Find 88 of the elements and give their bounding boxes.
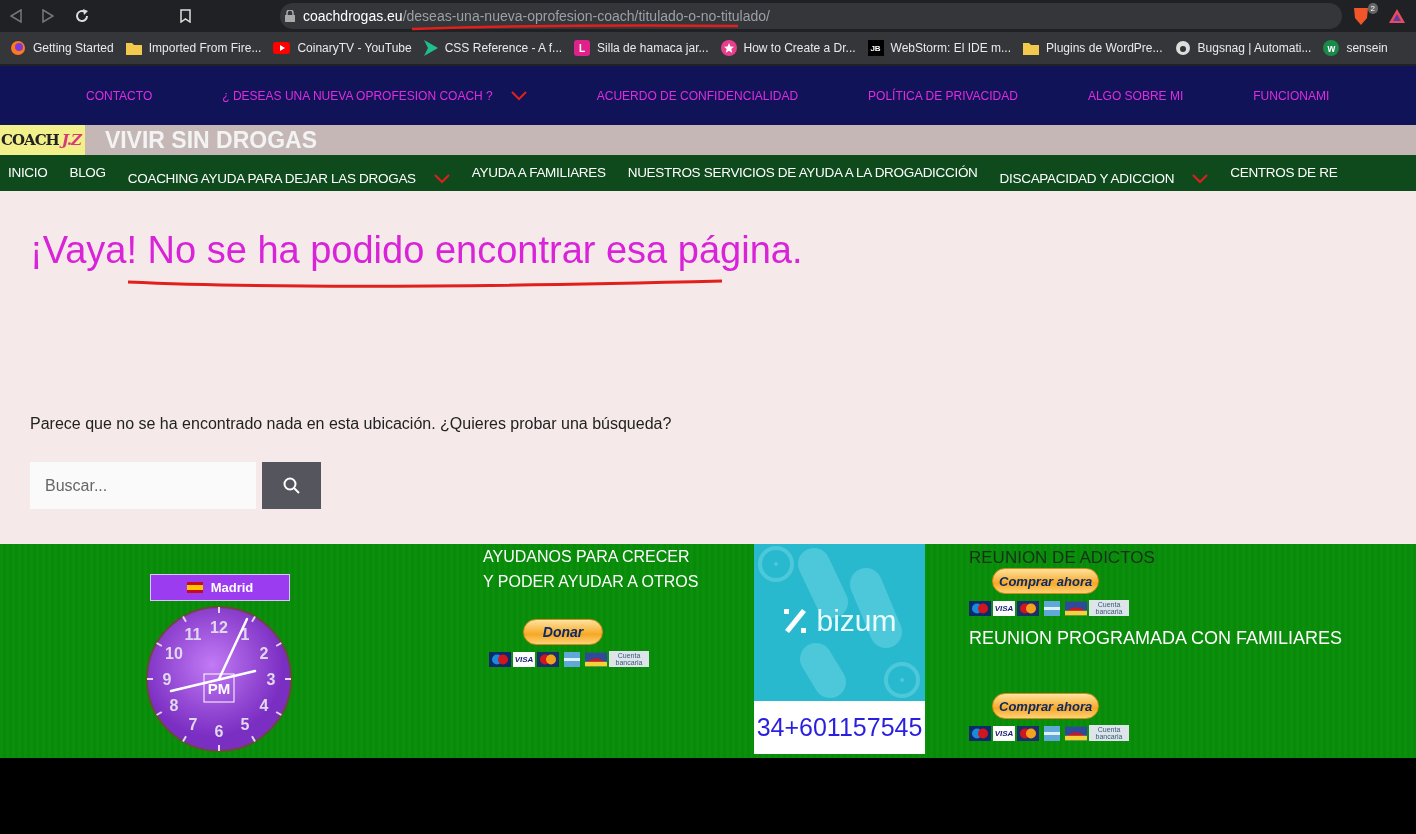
phone-number: 34+601157545 (754, 701, 925, 754)
nav-link[interactable]: CENTROS DE RE (1230, 155, 1338, 180)
payment-card-icon (1017, 600, 1039, 616)
search-icon (282, 476, 301, 495)
play-icon (273, 42, 291, 54)
payment-card-icon (1041, 600, 1063, 616)
clock-number: 11 (184, 626, 202, 643)
globe-icon (10, 40, 26, 56)
reload-icon[interactable] (74, 8, 90, 24)
purchase-title: REUNION PROGRAMADA CON FAMILIARES (969, 628, 1343, 649)
payment-card-icon (1065, 725, 1087, 741)
payment-card: VISA (513, 651, 535, 667)
nav-link[interactable]: AYUDA A FAMILIARES (471, 155, 606, 180)
purchase-title: REUNION DE ADICTOS (969, 548, 1156, 568)
paypal-button[interactable]: Donar (523, 619, 603, 645)
nav-link[interactable]: DISCAPACIDAD Y ADICCION (999, 155, 1209, 186)
clock-number: 3 (266, 671, 276, 688)
nav-link[interactable]: COACHING AYUDA PARA DEJAR LAS DROGAS (127, 155, 450, 186)
site-title: VIVIR SIN DROGAS (104, 126, 318, 154)
letter-icon: JB (867, 40, 884, 56)
paypal-button[interactable]: Comprar ahora (992, 568, 1100, 594)
nav-link[interactable]: ACUERDO DE CONFIDENCIALIDAD (596, 88, 799, 103)
url-text: coachdrogas.eu/deseas-una-nueva-oprofesion-coach/titulado-o-no-titulado/ (303, 8, 770, 24)
clock-number: 5 (240, 716, 250, 733)
city-name: Madrid (210, 580, 254, 595)
nav-link[interactable]: BLOG (69, 155, 106, 180)
star-icon (720, 40, 737, 56)
clock-number: 4 (259, 697, 269, 714)
clock-number: 12 (210, 619, 228, 636)
page-heading: ¡Vaya! No se ha podido encontrar esa página. (30, 228, 804, 272)
bookmark-link[interactable]: WebStorm: El IDE m... (890, 41, 1011, 55)
bookmark-link[interactable]: CoinaryTV - YouTube (297, 41, 412, 55)
bookmark-link[interactable]: How to Create a Dr... (743, 41, 856, 55)
payment-card-icon (969, 600, 991, 616)
letter-icon: L (574, 40, 591, 56)
clock-number: 2 (259, 645, 269, 662)
donate-text: Y PODER AYUDAR A OTROS (483, 573, 700, 591)
payment-card-icon (1017, 725, 1039, 741)
nav-link[interactable]: NUESTROS SERVICIOS DE AYUDA A LA DROGADICCIÓN (627, 155, 978, 180)
payment-card-icon (1065, 600, 1087, 616)
brand-name: bizum (816, 603, 897, 638)
clock-number: 7 (188, 716, 198, 733)
paypal-button[interactable]: Comprar ahora (992, 693, 1100, 719)
folder-icon (1023, 41, 1039, 55)
not-found-message: Parece que no se ha encontrado nada en esta ubicación. ¿Quieres probar una búsqueda? (30, 415, 672, 433)
bookmark-link[interactable]: CSS Reference - A f... (444, 41, 563, 55)
meridiem-frame (203, 673, 235, 703)
bookmark-link[interactable]: Imported From Fire... (148, 41, 262, 55)
arrow-icon (423, 40, 438, 56)
flag-icon (186, 582, 203, 593)
search-button[interactable] (262, 462, 321, 509)
bookmark-link[interactable]: Bugsnag | Automati... (1197, 41, 1312, 55)
payment-card-icon (561, 651, 583, 667)
payment-card-icon (969, 725, 991, 741)
meridiem-label: PM (207, 680, 231, 697)
nav-link[interactable]: INICIO (8, 155, 48, 180)
clock-number: 6 (214, 723, 224, 740)
clock-number: 9 (162, 671, 172, 688)
lock-icon (285, 10, 295, 22)
bookmark-link[interactable]: Plugins de WordPre... (1046, 41, 1163, 55)
clock-number: 10 (165, 645, 183, 662)
forward-icon[interactable] (42, 9, 54, 23)
clock-number: 1 (240, 626, 250, 643)
payment-card-icon (537, 651, 559, 667)
percent-mark-icon (782, 606, 809, 635)
payment-card: VISA (993, 600, 1015, 616)
clock-number: 8 (169, 697, 179, 714)
bookmark-icon[interactable] (180, 9, 191, 23)
search-field[interactable]: Buscar... (30, 462, 256, 509)
nav-link[interactable]: ALGO SOBRE MI (1087, 88, 1184, 103)
bookmark-link[interactable]: sensein (1346, 41, 1388, 55)
payment-card-icon (489, 651, 511, 667)
payment-card-icon (585, 651, 607, 667)
payment-card-icon (1041, 725, 1063, 741)
nav-link[interactable]: FUNCIONAMI (1253, 88, 1330, 103)
triangle-icon[interactable] (1388, 8, 1406, 24)
donate-text: AYUDANOS PARA CRECER (483, 548, 691, 566)
bookmark-link[interactable]: Getting Started (33, 41, 114, 55)
shield-icon[interactable] (1352, 6, 1370, 26)
count-badge: 2 (1367, 3, 1378, 14)
bookmark-link[interactable]: Silla de hamaca jar... (597, 41, 709, 55)
nav-link[interactable]: ¿ DESEAS UNA NUEVA OPROFESION COACH ? (222, 88, 527, 103)
payment-card: VISA (993, 725, 1015, 741)
back-icon[interactable] (10, 9, 22, 23)
folder-icon (125, 41, 142, 55)
letter-icon: w (1323, 40, 1340, 56)
nav-link[interactable]: POLÍTICA DE PRIVACIDAD (868, 88, 1018, 103)
nav-link[interactable]: CONTACTO (86, 88, 153, 103)
